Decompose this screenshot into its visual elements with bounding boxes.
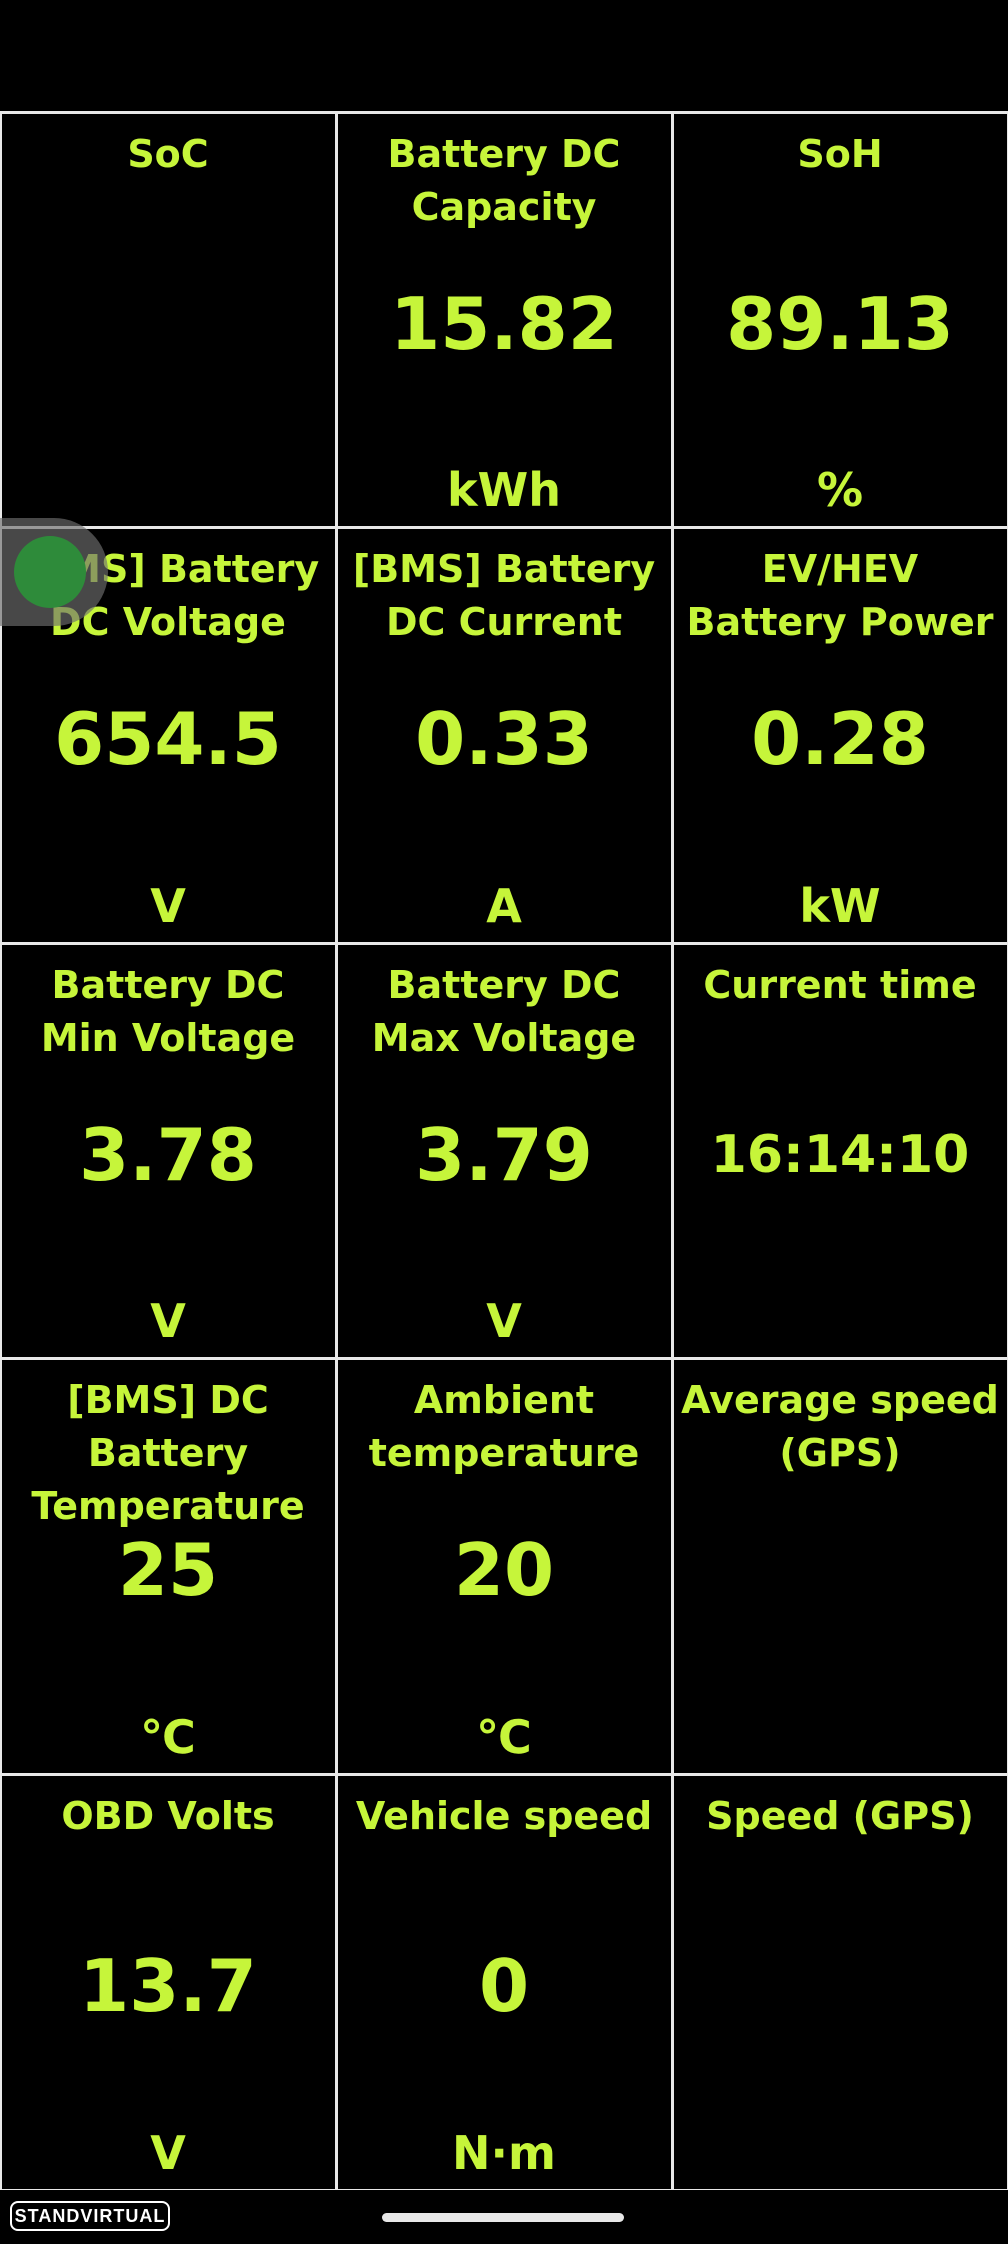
gauge-unit: ℃: [476, 1709, 532, 1764]
gauge-obd-volts[interactable]: OBD Volts 13.7 V: [0, 1772, 338, 2192]
gauge-label: Battery DC Min Voltage: [40, 962, 296, 1060]
gauge-value: 13.7: [79, 1943, 257, 2028]
gauge-label: Speed (GPS): [706, 1793, 974, 1838]
status-bar: [0, 0, 1008, 112]
gauge-unit: A: [486, 878, 522, 933]
gauge-label: SoC: [127, 131, 209, 176]
gauge-value: 654.5: [54, 697, 282, 782]
gauge-label: Current time: [703, 962, 977, 1007]
gauge-label: EV/HEV Battery Power: [686, 547, 994, 645]
gauge-value: 3.78: [79, 1112, 257, 1197]
gauge-unit: V: [150, 1294, 186, 1349]
home-indicator[interactable]: [382, 2213, 624, 2222]
gauge-bms-battery-dc-current[interactable]: [BMS] Battery DC Current 0.33 A: [334, 526, 674, 945]
gauge-ev-hev-battery-power[interactable]: EV/HEV Battery Power 0.28 kW: [670, 526, 1008, 945]
gauge-value: 0.33: [415, 697, 593, 782]
gauge-label: [BMS] Battery DC Current: [352, 547, 656, 645]
floating-action-button[interactable]: [0, 518, 108, 626]
gauge-label: SoH: [797, 131, 883, 176]
gauge-unit: N·m: [452, 2125, 556, 2180]
gauge-unit: %: [816, 463, 864, 518]
gauge-value: 15.82: [390, 281, 618, 366]
gauge-label: Battery DC Max Voltage: [371, 962, 637, 1060]
gauge-label: Ambient temperature: [368, 1378, 640, 1476]
gauge-ambient-temperature[interactable]: Ambient temperature 20 ℃: [334, 1357, 674, 1776]
gauge-current-time[interactable]: Current time 16:14:10: [670, 941, 1008, 1361]
gauge-unit: kWh: [446, 463, 562, 518]
gauge-grid: SoC Battery DC Capacity 15.82 kWh SoH 89…: [0, 110, 1008, 2192]
gauge-value: 25: [117, 1528, 219, 1613]
gauge-value: 0.28: [751, 697, 929, 782]
gauge-unit: V: [150, 878, 186, 933]
gauge-unit: kW: [799, 878, 881, 933]
gauge-value: 3.79: [415, 1112, 593, 1197]
gauge-label: Battery DC Capacity: [387, 131, 621, 229]
gauge-unit: V: [486, 1294, 522, 1349]
floating-button-icon: [14, 536, 86, 608]
gauge-label: [BMS] DC Battery Temperature: [31, 1378, 305, 1529]
gauge-value: 16:14:10: [710, 1124, 970, 1185]
gauge-value: 89.13: [726, 281, 954, 366]
watermark-logo: STANDVIRTUAL: [10, 2201, 170, 2231]
gauge-value: 20: [453, 1528, 555, 1613]
gauge-unit: V: [150, 2125, 186, 2180]
gauge-average-speed-gps[interactable]: Average speed (GPS): [670, 1357, 1008, 1776]
gauge-label: Average speed (GPS): [681, 1378, 999, 1476]
gauge-bms-dc-battery-temperature[interactable]: [BMS] DC Battery Temperature 25 ℃: [0, 1357, 338, 1776]
gauge-battery-dc-min-voltage[interactable]: Battery DC Min Voltage 3.78 V: [0, 941, 338, 1361]
gauge-speed-gps[interactable]: Speed (GPS): [670, 1772, 1008, 2192]
gauge-vehicle-speed[interactable]: Vehicle speed 0 N·m: [334, 1772, 674, 2192]
gauge-soc[interactable]: SoC: [0, 110, 338, 530]
gauge-battery-dc-capacity[interactable]: Battery DC Capacity 15.82 kWh: [334, 110, 674, 530]
gauge-unit: ℃: [140, 1709, 196, 1764]
gauge-battery-dc-max-voltage[interactable]: Battery DC Max Voltage 3.79 V: [334, 941, 674, 1361]
gauge-label: Vehicle speed: [355, 1793, 653, 1838]
gauge-soh[interactable]: SoH 89.13 %: [670, 110, 1008, 530]
gauge-label: OBD Volts: [61, 1793, 275, 1838]
gauge-value: 0: [478, 1943, 530, 2028]
